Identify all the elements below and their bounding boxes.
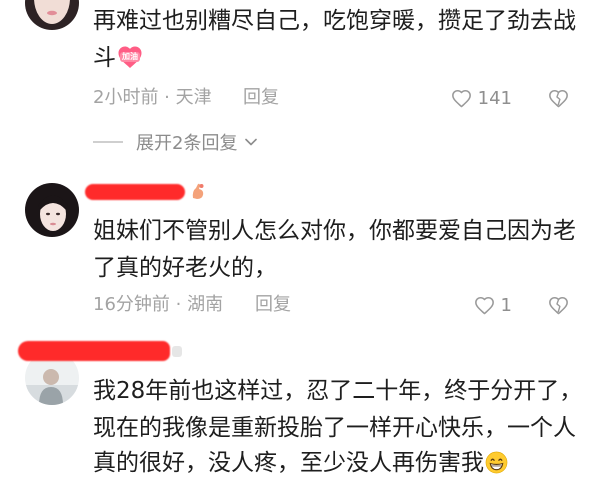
grin-emoji-icon — [485, 451, 508, 474]
sticker-label: 加油 — [120, 52, 140, 62]
username-emoji-icon — [189, 182, 207, 200]
comment-meta: 16分钟前 · 湖南 — [93, 294, 224, 315]
like-button[interactable]: 141 — [451, 86, 512, 110]
comment-line: 真的很好，没人疼，至少没人再伤害我 — [93, 447, 593, 479]
dislike-button[interactable] — [547, 293, 569, 317]
like-count: 141 — [477, 87, 512, 109]
chevron-down-icon — [244, 137, 258, 147]
dislike-icon[interactable] — [548, 89, 569, 108]
expand-divider — [93, 141, 123, 143]
username-redaction — [85, 184, 185, 200]
like-button[interactable]: 1 — [474, 293, 512, 317]
jiayou-sticker-icon: 加油 — [117, 45, 143, 69]
dislike-icon[interactable] — [548, 296, 569, 315]
comment-line: 再难过也别糟尽自己，吃饱穿暖，攒足了劲去战 — [93, 8, 576, 34]
comment-line-text: 真的很好，没人疼，至少没人再伤害我 — [93, 450, 484, 476]
comment-line: 我28年前也这样过，忍了二十年，终于分开了， — [93, 378, 583, 404]
username-redaction — [18, 341, 170, 361]
comment-text: 我28年前也这样过，忍了二十年，终于分开了， 现在的我像是重新投胎了一样开心快乐… — [93, 373, 593, 479]
expand-replies-label: 展开2条回复 — [136, 133, 238, 154]
comment-text: 再难过也别糟尽自己，吃饱穿暖，攒足了劲去战 斗加油 — [93, 3, 593, 77]
comment-line: 斗加油 — [93, 40, 593, 77]
comment-meta: 2小时前 · 天津 — [93, 87, 212, 108]
heart-outline-icon[interactable] — [451, 89, 472, 108]
dislike-button[interactable] — [547, 86, 569, 110]
avatar-frame — [25, 0, 79, 30]
comment-line: 现在的我像是重新投胎了一样开心快乐，一个人 — [93, 415, 576, 441]
avatar[interactable] — [25, 183, 79, 237]
comment-line-text: 斗 — [93, 45, 116, 71]
comment-line: 了真的好老火的， — [93, 255, 277, 281]
expand-replies-button[interactable]: 展开2条回复 — [93, 130, 258, 154]
comment-line: 姐妹们不管别人怎么对你，你都要爱自己因为老 — [93, 218, 576, 244]
like-count: 1 — [500, 294, 512, 316]
username-emoji-icon — [171, 345, 183, 358]
reply-button[interactable]: 回复 — [255, 293, 291, 317]
avatar[interactable] — [25, 0, 79, 30]
heart-outline-icon[interactable] — [474, 296, 495, 315]
reply-button[interactable]: 回复 — [243, 86, 279, 110]
comment-text: 姐妹们不管别人怎么对你，你都要爱自己因为老 了真的好老火的， — [93, 213, 593, 287]
